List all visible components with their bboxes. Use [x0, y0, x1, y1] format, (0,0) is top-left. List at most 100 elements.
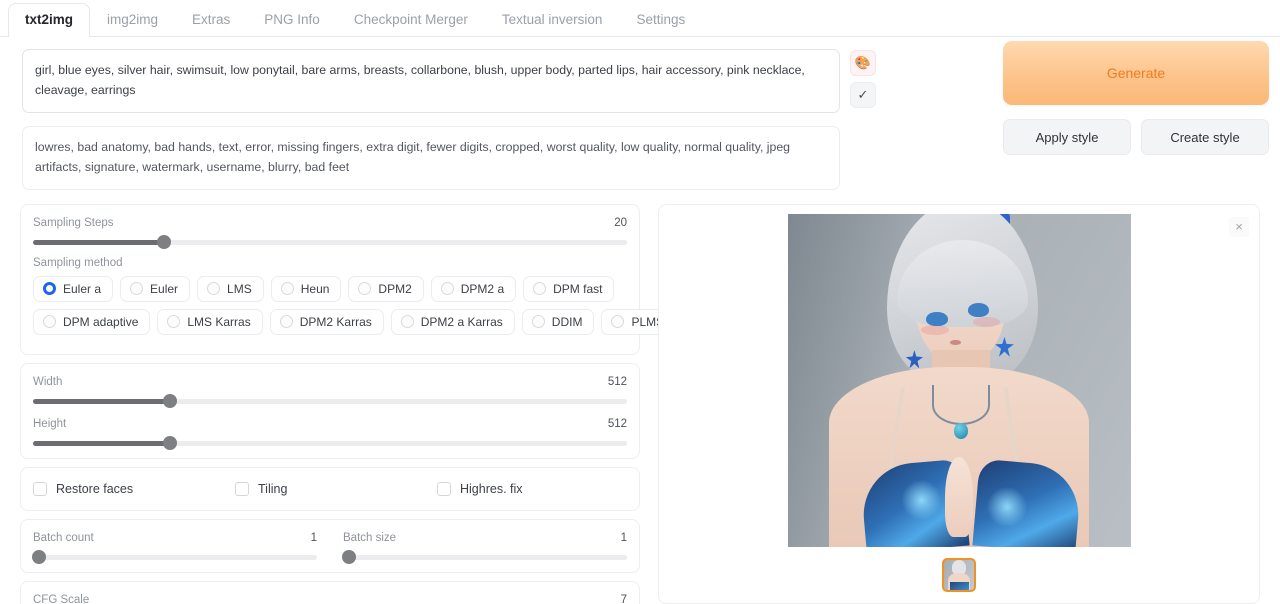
radio-dpm-adaptive[interactable]: DPM adaptive	[33, 308, 151, 335]
radio-dot	[358, 282, 372, 296]
radio-dot	[130, 282, 144, 296]
checkbox-box	[33, 481, 47, 496]
radio-dot	[43, 282, 56, 296]
checkbox-box	[437, 481, 451, 496]
batch-count-slider[interactable]: Batch count 1	[31, 532, 317, 565]
height-fill	[33, 440, 170, 446]
radio-label: DPM2 Karras	[299, 314, 372, 329]
width-label: Width	[33, 375, 63, 388]
radio-ddim[interactable]: DDIM	[521, 308, 595, 335]
cfg-scale-head: CFG Scale 7	[33, 594, 627, 604]
tab-settings[interactable]: Settings	[619, 3, 702, 36]
radio-label: DDIM	[551, 314, 583, 329]
main-content: Sampling Steps 20 Sampling method Euler …	[0, 203, 1280, 604]
batch-size-head: Batch size 1	[343, 532, 627, 544]
positive-prompt-input[interactable]: girl, blue eyes, silver hair, swimsuit, …	[22, 49, 840, 113]
batch-count-label: Batch count	[33, 531, 94, 544]
batch-size-thumb[interactable]	[341, 550, 356, 565]
prompt-side-icons: 🎨 ✓	[850, 49, 876, 108]
image-eye-left	[926, 311, 948, 326]
radio-label: Euler	[150, 281, 179, 296]
radio-dot	[207, 282, 221, 296]
checkbox-label: Highres. fix	[460, 481, 523, 496]
radio-label: DPM2 a	[460, 281, 505, 296]
width-track[interactable]	[33, 394, 627, 409]
radio-dot	[280, 282, 294, 296]
options-group: Restore faces Tiling Highres. fix	[20, 466, 640, 511]
sampling-steps-value: 20	[614, 216, 627, 229]
radio-dot	[43, 315, 56, 329]
negative-prompt-input[interactable]: lowres, bad anatomy, bad hands, text, er…	[22, 125, 840, 190]
sampling-method-row-2: DPM adaptive LMS Karras DPM2 Karras DPM2…	[33, 308, 677, 335]
tab-extras[interactable]: Extras	[175, 3, 247, 36]
create-style-button[interactable]: Create style	[1141, 119, 1269, 155]
sampling-steps-thumb[interactable]	[156, 235, 171, 250]
generated-image[interactable]	[787, 213, 1131, 547]
radio-lms-karras[interactable]: LMS Karras	[157, 308, 263, 335]
radio-dpm2-a-karras[interactable]: DPM2 a Karras	[390, 308, 515, 335]
generate-button[interactable]: Generate	[1003, 41, 1269, 105]
result-panel: ×	[658, 203, 1260, 604]
dimensions-group: Width 512 Height 512	[20, 362, 640, 459]
radio-dot	[440, 282, 454, 296]
cfg-scale-slider[interactable]: CFG Scale 7	[33, 594, 627, 604]
radio-label: Euler a	[63, 281, 102, 296]
radio-dot	[611, 315, 625, 329]
thumbnail-item[interactable]	[942, 557, 976, 592]
batch-size-track[interactable]	[341, 550, 627, 565]
close-icon[interactable]: ×	[1229, 216, 1249, 237]
tab-textual-inversion[interactable]: Textual inversion	[485, 3, 620, 36]
radio-euler[interactable]: Euler	[120, 275, 191, 302]
radio-lms[interactable]: LMS	[197, 275, 264, 302]
radio-dpm2-a[interactable]: DPM2 a	[430, 275, 517, 302]
batch-row: Batch count 1 Batch size 1	[31, 530, 627, 565]
image-pendant	[953, 423, 968, 439]
radio-label: LMS	[227, 281, 252, 296]
width-slider[interactable]: Width 512	[33, 375, 627, 409]
height-value: 512	[607, 417, 627, 430]
radio-label: Heun	[300, 281, 330, 296]
image-swimsuit-highlight-right	[986, 486, 1028, 527]
radio-heun[interactable]: Heun	[270, 275, 342, 302]
radio-euler-a[interactable]: Euler a	[33, 275, 114, 302]
image-necklace	[931, 385, 990, 426]
height-track[interactable]	[33, 436, 627, 451]
cfg-scale-value: 7	[620, 593, 627, 604]
sampling-steps-track[interactable]	[33, 235, 627, 250]
width-fill	[33, 398, 170, 404]
checkbox-tiling[interactable]: Tiling	[235, 481, 437, 496]
sampling-steps-slider[interactable]: Sampling Steps 20	[33, 217, 627, 250]
radio-label: DPM2 a Karras	[420, 314, 503, 329]
height-slider[interactable]: Height 512	[33, 418, 627, 451]
batch-size-slider[interactable]: Batch size 1	[341, 532, 627, 565]
sampling-steps-head: Sampling Steps 20	[33, 217, 627, 229]
options-row: Restore faces Tiling Highres. fix	[33, 481, 627, 496]
sampling-method-radios: Euler a Euler LMS Heun DPM2 DPM2 a DPM f…	[33, 275, 677, 335]
width-thumb[interactable]	[162, 394, 177, 409]
width-value: 512	[607, 375, 627, 388]
palette-icon[interactable]: 🎨	[850, 50, 876, 76]
checkbox-restore-faces[interactable]: Restore faces	[33, 481, 235, 496]
apply-style-button[interactable]: Apply style	[1003, 119, 1131, 155]
checkbox-box	[235, 481, 249, 496]
batch-count-head: Batch count 1	[33, 532, 317, 544]
tab-checkpoint-merger[interactable]: Checkpoint Merger	[337, 3, 485, 36]
radio-dpm2-karras[interactable]: DPM2 Karras	[269, 308, 384, 335]
radio-dot	[167, 315, 181, 329]
batch-count-track[interactable]	[31, 550, 317, 565]
batch-count-thumb[interactable]	[31, 550, 46, 565]
height-label: Height	[33, 417, 67, 430]
batch-size-value: 1	[620, 531, 627, 544]
radio-dot	[279, 315, 293, 329]
tab-img2img[interactable]: img2img	[90, 3, 175, 36]
radio-dpm2[interactable]: DPM2	[348, 275, 424, 302]
checkbox-highres-fix[interactable]: Highres. fix	[437, 481, 523, 496]
image-blush-left	[921, 325, 949, 336]
height-thumb[interactable]	[162, 436, 177, 451]
tab-png-info[interactable]: PNG Info	[247, 3, 337, 36]
checkbox-label: Restore faces	[56, 481, 134, 496]
height-head: Height 512	[33, 418, 627, 430]
brush-icon[interactable]: ✓	[850, 82, 876, 108]
tab-txt2img[interactable]: txt2img	[8, 3, 91, 37]
radio-dpm-fast[interactable]: DPM fast	[523, 275, 615, 302]
